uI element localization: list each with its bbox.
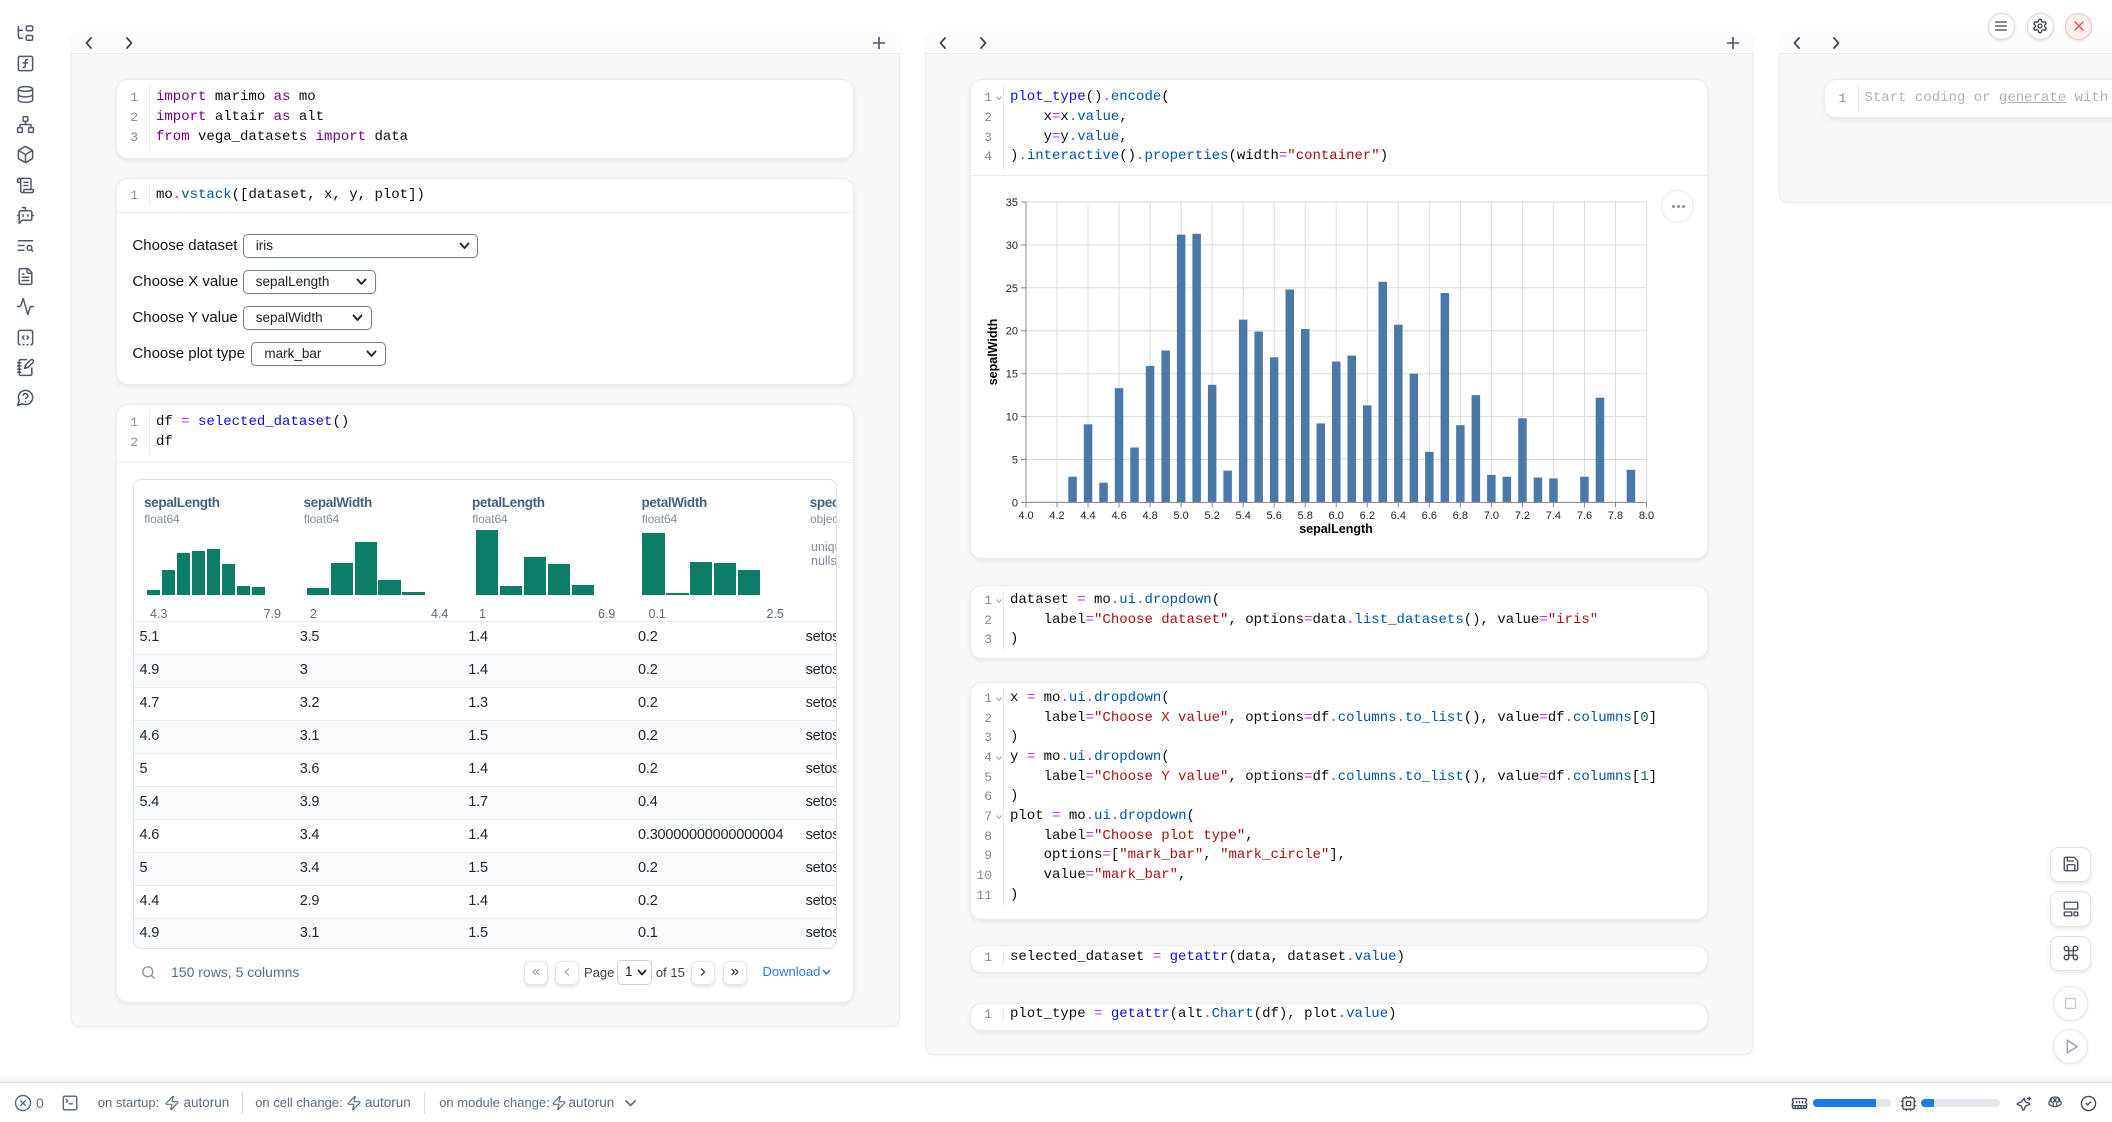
svg-text:7.4: 7.4 <box>1546 510 1561 522</box>
svg-text:7.6: 7.6 <box>1577 510 1592 522</box>
svg-text:6.6: 6.6 <box>1422 510 1437 522</box>
svg-text:15: 15 <box>1006 369 1018 381</box>
svg-text:20: 20 <box>1006 326 1018 338</box>
svg-text:6.8: 6.8 <box>1453 510 1468 522</box>
svg-text:5.8: 5.8 <box>1298 510 1313 522</box>
svg-text:4.0: 4.0 <box>1018 510 1033 522</box>
svg-text:7.0: 7.0 <box>1484 510 1499 522</box>
svg-text:8.0: 8.0 <box>1639 510 1654 522</box>
svg-text:5.0: 5.0 <box>1173 510 1188 522</box>
svg-text:7.2: 7.2 <box>1515 510 1530 522</box>
svg-text:sepalLength: sepalLength <box>1299 522 1373 536</box>
svg-text:6.0: 6.0 <box>1329 510 1344 522</box>
svg-text:6.2: 6.2 <box>1360 510 1375 522</box>
svg-text:4.8: 4.8 <box>1142 510 1157 522</box>
svg-text:4.6: 4.6 <box>1111 510 1126 522</box>
svg-text:4.4: 4.4 <box>1080 510 1095 522</box>
svg-text:5.6: 5.6 <box>1267 510 1282 522</box>
svg-text:5.4: 5.4 <box>1236 510 1251 522</box>
svg-text:5.2: 5.2 <box>1205 510 1220 522</box>
svg-text:0: 0 <box>1012 497 1018 509</box>
svg-text:sepalWidth: sepalWidth <box>986 319 1000 386</box>
svg-text:7.8: 7.8 <box>1608 510 1623 522</box>
svg-text:30: 30 <box>1006 240 1018 252</box>
svg-text:6.4: 6.4 <box>1391 510 1406 522</box>
svg-text:10: 10 <box>1006 412 1018 424</box>
svg-text:35: 35 <box>1006 197 1018 209</box>
svg-text:25: 25 <box>1006 283 1018 295</box>
svg-text:4.2: 4.2 <box>1049 510 1064 522</box>
svg-text:5: 5 <box>1012 455 1018 467</box>
